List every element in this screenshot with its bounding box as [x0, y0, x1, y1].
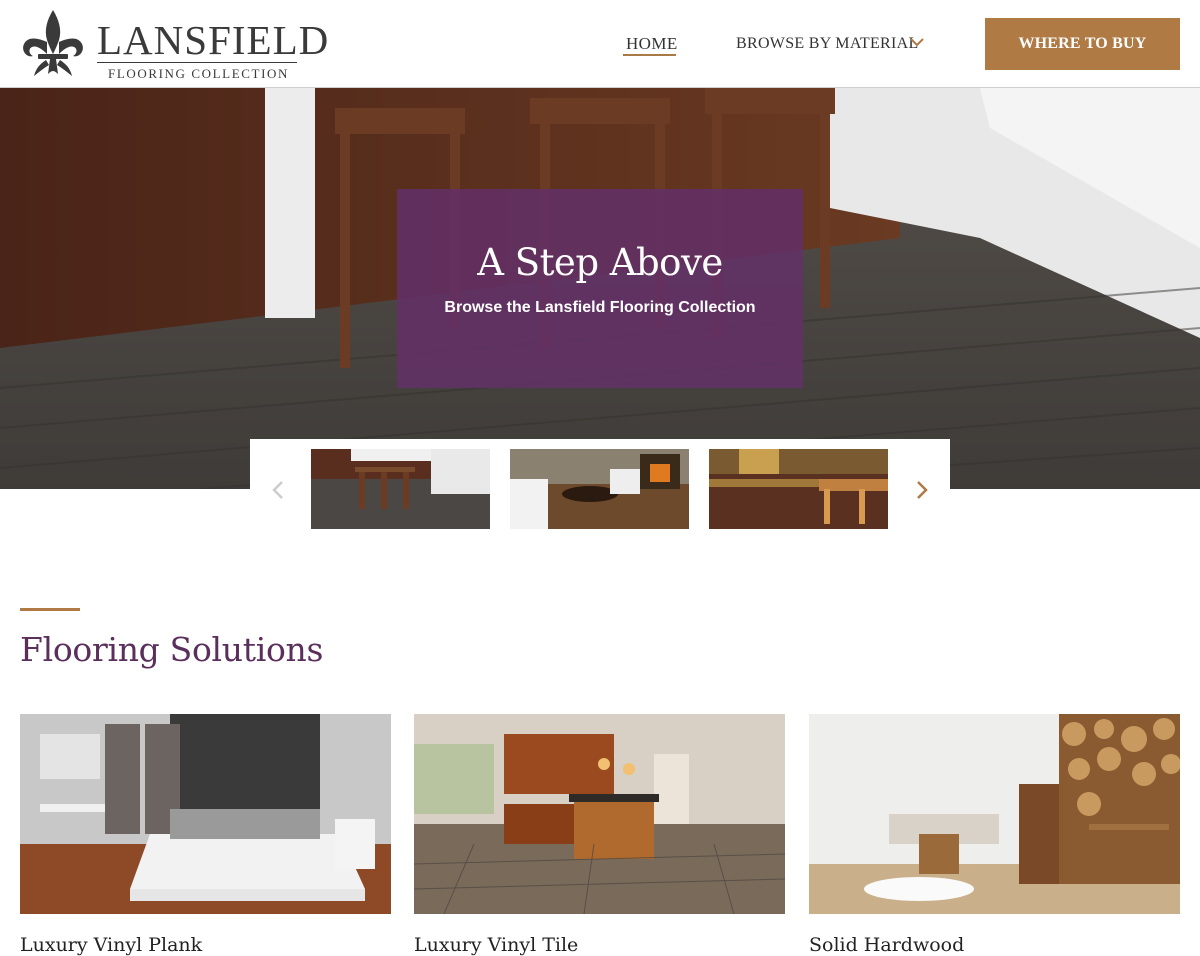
card-label[interactable]: Solid Hardwood	[809, 934, 964, 956]
card-luxury-vinyl-tile[interactable]: Luxury Vinyl Tile	[414, 714, 785, 956]
carousel-thumbnail-kitchen[interactable]	[311, 449, 490, 529]
hero-title: A Step Above	[477, 241, 723, 284]
brand-logo[interactable]: LANSFIELD FLOORING COLLECTION	[20, 8, 328, 82]
chevron-right-icon[interactable]	[914, 479, 930, 501]
card-image-living-room	[809, 714, 1180, 914]
card-luxury-vinyl-plank[interactable]: Luxury Vinyl Plank	[20, 714, 391, 956]
section-title: Flooring Solutions	[20, 630, 324, 669]
card-label[interactable]: Luxury Vinyl Tile	[414, 934, 578, 956]
logo-divider	[97, 62, 297, 63]
carousel-thumbnail-dining-room[interactable]	[709, 449, 888, 529]
fleur-de-lis-icon	[23, 10, 83, 76]
card-image-bedroom	[20, 714, 391, 914]
brand-tagline: FLOORING COLLECTION	[108, 66, 289, 81]
hero-banner: A Step Above Browse the Lansfield Floori…	[0, 88, 1200, 489]
hero-subtitle: Browse the Lansfield Flooring Collection	[444, 299, 756, 316]
site-header: LANSFIELD FLOORING COLLECTION HOME BROWS…	[0, 0, 1200, 88]
hero-caption-panel: A Step Above Browse the Lansfield Floori…	[397, 189, 803, 388]
card-image-kitchen	[414, 714, 785, 914]
nav-active-indicator	[623, 54, 676, 56]
hero-thumbnail-carousel	[250, 439, 950, 541]
where-to-buy-button[interactable]: WHERE TO BUY	[985, 18, 1180, 70]
chevron-left-icon[interactable]	[270, 479, 286, 501]
card-solid-hardwood[interactable]: Solid Hardwood	[809, 714, 1180, 956]
nav-home-link[interactable]: HOME	[626, 34, 678, 54]
chevron-down-icon[interactable]	[910, 37, 924, 47]
brand-name: LANSFIELD	[97, 17, 330, 63]
card-label[interactable]: Luxury Vinyl Plank	[20, 934, 202, 956]
nav-browse-by-material[interactable]: BROWSE BY MATERIAL	[736, 35, 919, 53]
section-accent-bar	[20, 608, 80, 611]
carousel-thumbnail-living-room[interactable]	[510, 449, 689, 529]
